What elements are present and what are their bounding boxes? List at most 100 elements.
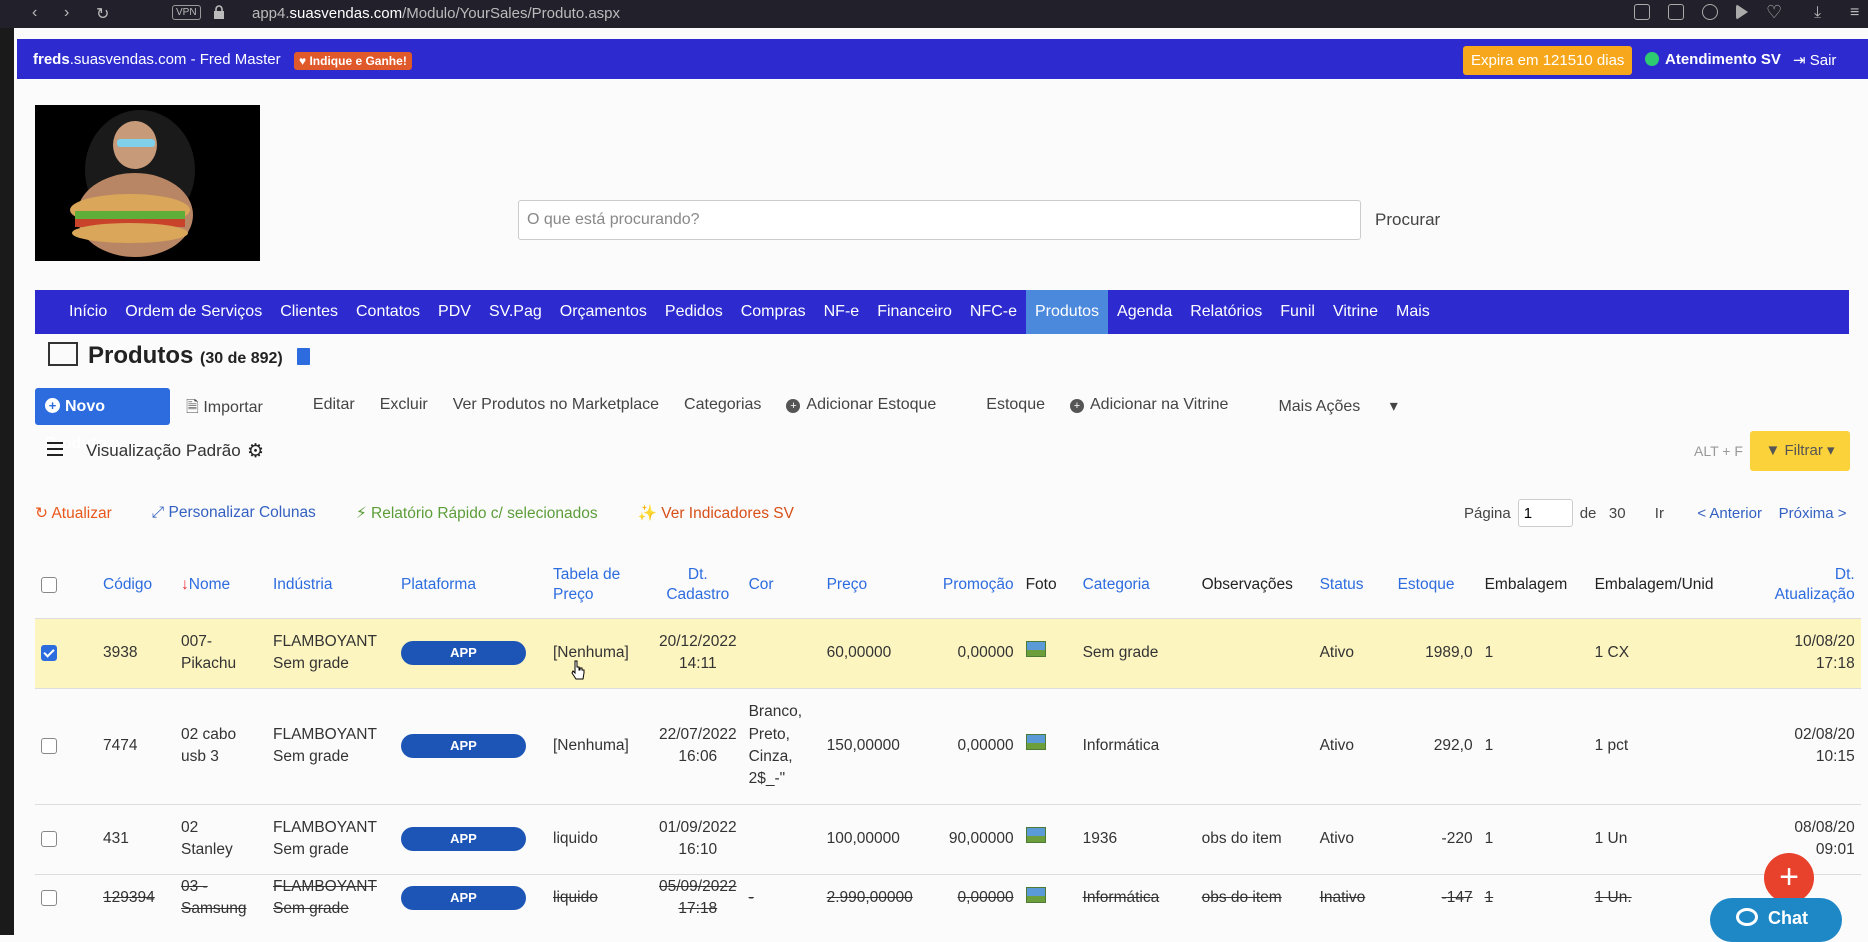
nav-item-produtos[interactable]: Produtos [1026,290,1109,334]
cell-industria: FLAMBOYANT Sem grade [267,617,395,688]
column-header[interactable]: Estoque [1392,552,1479,618]
download-icon[interactable]: ⤓ [1814,4,1821,22]
column-header[interactable]: Preço [821,552,926,618]
column-header-sorted[interactable]: ↓Nome [175,552,267,618]
column-header[interactable]: Categoria [1077,552,1196,618]
refresh-button[interactable]: ↻ Atualizar [35,504,132,523]
add-fab-button[interactable]: + [1764,853,1814,903]
more-actions-dropdown[interactable]: Mais Ações ▾ [1278,396,1397,423]
next-page-link[interactable]: Próxima > [1779,505,1847,522]
nav-item-compras[interactable]: Compras [732,290,815,334]
table-row[interactable]: 431 02 Stanley FLAMBOYANT Sem grade APP liquid… [35,803,1861,874]
photo-icon[interactable] [1025,886,1046,903]
referral-badge[interactable]: ♥ Indique e Ganhe! [294,52,412,70]
column-header[interactable]: Dt. Cadastro [653,552,743,618]
nav-item-sv-pag[interactable]: SV.Pag [480,290,551,334]
photo-icon[interactable] [1025,827,1046,844]
nav-item-in-cio[interactable]: Início [60,290,116,334]
row-checkbox[interactable] [35,873,97,922]
nav-item-ordem-de-servi-os[interactable]: Ordem de Serviços [116,290,271,334]
column-header[interactable]: Cor [743,552,821,618]
row-checkbox[interactable] [35,803,97,874]
table-row[interactable]: 3938 007- Pikachu FLAMBOYANT Sem grade APP [Ne… [35,617,1861,688]
reload-icon[interactable]: ↻ [96,4,109,24]
cell-plataforma: APP [395,803,547,874]
support-link[interactable]: Atendimento SV [1645,51,1781,68]
nav-item-funil[interactable]: Funil [1271,290,1324,334]
nav-item-nf-e[interactable]: NF-e [815,290,869,334]
heart-icon[interactable]: ♡ [1766,2,1782,23]
back-icon[interactable]: ‹ [32,4,37,22]
nav-item-pdv[interactable]: PDV [429,290,480,334]
nav-item-financeiro[interactable]: Financeiro [868,290,961,334]
marketplace-button[interactable]: Ver Produtos no Marketplace [453,396,659,423]
photo-icon[interactable] [1025,641,1046,658]
forward-icon[interactable]: › [64,4,69,22]
address-bar[interactable]: app4.suasvendas.com/Modulo/YourSales/Pro… [252,5,620,22]
nav-item-clientes[interactable]: Clientes [271,290,347,334]
indicators-button[interactable]: ✨ Ver Indicadores SV [638,504,814,523]
menu-icon[interactable]: ≡ [1850,4,1859,22]
nav-item-mais[interactable]: Mais [1387,290,1439,334]
block-icon[interactable] [1702,4,1718,20]
nav-item-agenda[interactable]: Agenda [1108,290,1181,334]
cell-plataforma: APP [395,687,547,804]
nav-item-or-amentos[interactable]: Orçamentos [551,290,656,334]
previous-page-link[interactable]: < Anterior [1697,505,1762,522]
nav-item-contatos[interactable]: Contatos [347,290,429,334]
page-input[interactable] [1517,499,1573,527]
categories-button[interactable]: Categorias [684,396,761,423]
quick-report-button[interactable]: ⚡ Relatório Rápido c/ selecionados [356,504,618,523]
go-button[interactable]: Ir [1655,505,1664,522]
column-header[interactable]: Indústria [267,552,395,618]
photo-icon[interactable] [1025,734,1046,751]
table-row[interactable]: 7474 02 cabo usb 3 FLAMBOYANT Sem grade APP [N… [35,687,1861,804]
nav-item-nfc-e[interactable]: NFC-e [961,290,1026,334]
delete-button[interactable]: Excluir [380,396,428,423]
gear-icon[interactable]: ⚙ [247,440,264,463]
stock-button[interactable]: Estoque [986,396,1045,423]
row-checkbox[interactable] [35,617,97,688]
import-button[interactable]: 🗎 Importar [186,396,288,423]
logout-link[interactable]: ⇥ Sair [1793,51,1836,69]
search-input[interactable] [519,201,1360,239]
cell-categoria: Sem grade [1076,617,1196,688]
account-brand[interactable]: freds.suasvendas.com - Fred Master [33,51,281,68]
vpn-badge[interactable]: VPN [172,5,201,20]
column-header[interactable]: Plataforma [395,552,547,618]
camera-icon[interactable] [1668,4,1684,20]
cell-cor [742,803,821,874]
column-header[interactable]: Status [1314,552,1392,618]
column-header[interactable]: Código [97,552,175,618]
row-checkbox[interactable] [35,687,97,804]
cell-cadastro: 20/12/2022 14:11 [653,617,743,688]
chat-button[interactable]: Chat [1710,898,1842,942]
expiration-badge[interactable]: Expira em 121510 dias [1463,46,1633,75]
select-all-checkbox[interactable] [35,552,97,618]
new-product-button[interactable]: + Novo Produto [35,388,170,452]
cell-industria: FLAMBOYANT Sem grade [267,687,395,804]
cell-tabela: liquido [547,873,653,922]
table-row[interactable]: 129394 03 - Samsung FLAMBOYANT Sem grade APP l… [35,873,1861,922]
cell-codigo: 431 [97,803,175,874]
nav-item-relat-rios[interactable]: Relatórios [1181,290,1271,334]
add-showcase-button[interactable]: + Adicionar na Vitrine [1070,396,1253,423]
edit-icon[interactable] [1634,4,1650,20]
hamburger-icon[interactable] [47,442,63,456]
customize-columns-button[interactable]: ⤢ Personalizar Colunas [152,504,336,523]
column-header[interactable]: Dt. Atualização [1769,552,1861,618]
cell-industria: FLAMBOYANT Sem grade [267,803,395,874]
nav-item-vitrine[interactable]: Vitrine [1324,290,1387,334]
search-button[interactable]: Procurar [1375,210,1440,230]
add-stock-button[interactable]: + Adicionar Estoque [786,396,961,423]
send-icon[interactable] [1736,4,1748,20]
column-header[interactable]: Promoção [926,552,1020,618]
search-box[interactable] [518,200,1361,240]
filter-button[interactable]: ▼ Filtrar ▾ [1750,431,1850,471]
column-header[interactable]: Tabela de Preço [547,552,653,618]
cell-cadastro: 22/07/2022 16:06 [653,687,743,804]
view-selector[interactable]: Visualização Padrão [86,441,241,461]
edit-button[interactable]: Editar [313,396,355,423]
nav-item-pedidos[interactable]: Pedidos [656,290,732,334]
trash-icon[interactable] [297,348,311,365]
